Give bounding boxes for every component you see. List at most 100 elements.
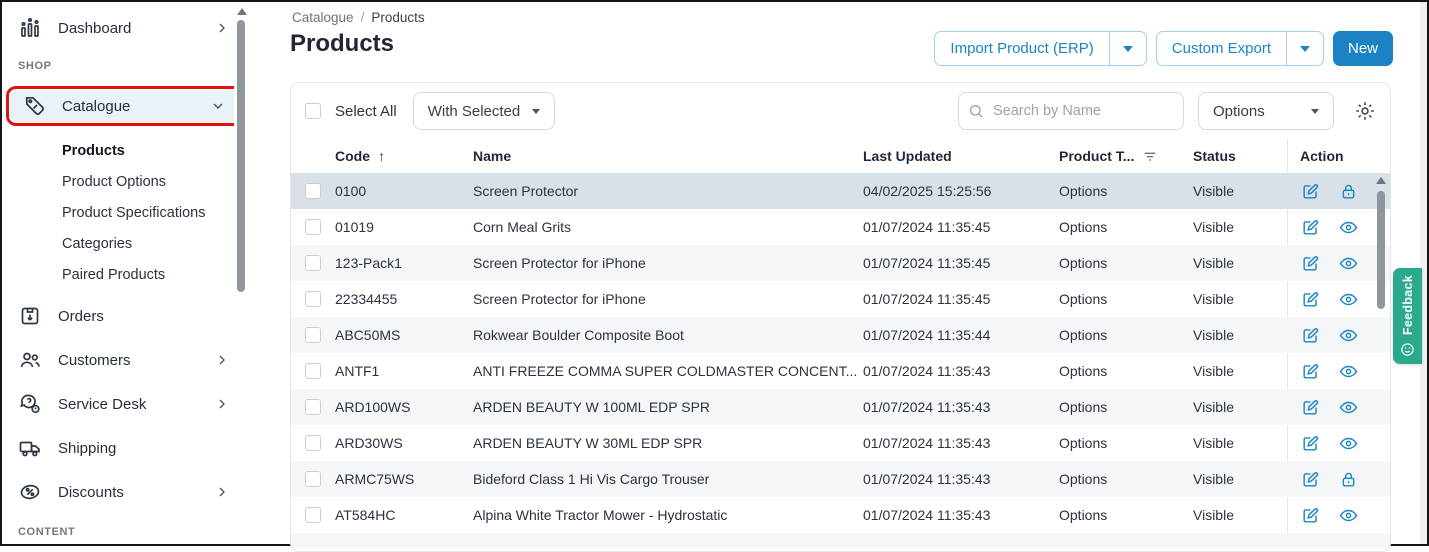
- eye-icon[interactable]: [1339, 290, 1358, 309]
- import-product-button[interactable]: Import Product (ERP): [935, 32, 1108, 65]
- custom-export-dropdown-toggle[interactable]: [1286, 32, 1323, 65]
- sidebar-scrollbar[interactable]: [234, 2, 248, 544]
- gear-icon[interactable]: [1354, 100, 1376, 122]
- row-checkbox[interactable]: [305, 435, 321, 451]
- cell-name: Screen Protector for iPhone: [473, 281, 863, 317]
- scroll-up-arrow[interactable]: [1376, 177, 1386, 184]
- sidebar-item-product-specifications[interactable]: Product Specifications: [2, 197, 248, 228]
- cell-product-type: Options: [1059, 389, 1193, 425]
- cell-code: 0100: [335, 173, 473, 209]
- cell-last-updated: 01/07/2024 11:35:43: [863, 389, 1059, 425]
- search-input[interactable]: [958, 92, 1184, 130]
- column-header-code[interactable]: Code ↑: [335, 148, 473, 164]
- sidebar-item-customers[interactable]: Customers: [2, 338, 248, 382]
- sidebar-item-orders[interactable]: Orders: [2, 294, 248, 338]
- tag-icon: [22, 94, 46, 118]
- edit-icon[interactable]: [1301, 326, 1320, 345]
- edit-icon[interactable]: [1301, 290, 1320, 309]
- sidebar-item-catalogue[interactable]: Catalogue: [10, 90, 240, 122]
- edit-icon[interactable]: [1301, 254, 1320, 273]
- feedback-button[interactable]: Feedback: [1393, 268, 1422, 364]
- sidebar-item-product-options[interactable]: Product Options: [2, 166, 248, 197]
- eye-icon[interactable]: [1339, 506, 1358, 525]
- column-header-last-updated[interactable]: Last Updated: [863, 148, 1059, 164]
- cell-status: Visible: [1193, 173, 1287, 209]
- row-checkbox[interactable]: [305, 399, 321, 415]
- edit-icon[interactable]: [1301, 398, 1320, 417]
- edit-icon[interactable]: [1301, 470, 1320, 489]
- column-header-status[interactable]: Status: [1193, 148, 1287, 164]
- cell-last-updated: 01/07/2024 11:35:43: [863, 353, 1059, 389]
- chevron-right-icon: [214, 20, 230, 36]
- cell-status: Visible: [1193, 389, 1287, 425]
- new-button[interactable]: New: [1333, 31, 1393, 66]
- table-row: 01019Corn Meal Grits01/07/2024 11:35:45O…: [291, 209, 1390, 245]
- cell-status: Visible: [1193, 497, 1287, 533]
- sidebar-item-discounts[interactable]: Discounts: [2, 470, 248, 514]
- row-checkbox[interactable]: [305, 219, 321, 235]
- edit-icon[interactable]: [1301, 218, 1320, 237]
- cell-product-type: Options: [1059, 461, 1193, 497]
- column-header-name[interactable]: Name: [473, 148, 863, 164]
- chevron-right-icon: [214, 484, 230, 500]
- options-dropdown[interactable]: Options: [1198, 92, 1334, 130]
- feedback-label: Feedback: [1401, 275, 1415, 335]
- sidebar-item-paired-products[interactable]: Paired Products: [2, 259, 248, 290]
- filter-icon[interactable]: [1142, 148, 1158, 164]
- sidebar-item-label: Shipping: [58, 440, 230, 457]
- breadcrumb-catalogue[interactable]: Catalogue: [292, 10, 354, 25]
- caret-down-icon: [1300, 46, 1310, 52]
- table-toolbar: Select All With Selected Options: [291, 83, 1390, 139]
- cell-code: 01019: [335, 209, 473, 245]
- eye-icon[interactable]: [1339, 326, 1358, 345]
- search-icon: [968, 103, 984, 119]
- sidebar-item-dashboard[interactable]: Dashboard: [2, 12, 248, 44]
- eye-icon[interactable]: [1339, 362, 1358, 381]
- edit-icon[interactable]: [1301, 434, 1320, 453]
- cell-last-updated: 01/07/2024 11:35:45: [863, 209, 1059, 245]
- cell-code: ARMC75WS: [335, 461, 473, 497]
- eye-icon[interactable]: [1339, 398, 1358, 417]
- edit-icon[interactable]: [1301, 362, 1320, 381]
- cell-product-type: Options: [1059, 497, 1193, 533]
- sidebar-item-products[interactable]: Products: [2, 135, 248, 166]
- sidebar-item-categories[interactable]: Categories: [2, 228, 248, 259]
- sidebar-item-shipping[interactable]: Shipping: [2, 426, 248, 470]
- scrollbar-thumb[interactable]: [1377, 191, 1385, 309]
- edit-icon[interactable]: [1301, 506, 1320, 525]
- row-checkbox[interactable]: [305, 327, 321, 343]
- cell-last-updated: 01/07/2024 11:35:43: [863, 425, 1059, 461]
- sidebar-item-label: Catalogue: [62, 98, 194, 115]
- row-checkbox[interactable]: [305, 471, 321, 487]
- select-all-checkbox[interactable]: [305, 103, 321, 119]
- lock-icon[interactable]: [1339, 470, 1358, 489]
- package-icon: [18, 304, 42, 328]
- column-header-product-type[interactable]: Product T...: [1059, 148, 1193, 164]
- row-checkbox[interactable]: [305, 183, 321, 199]
- cell-product-type: Options: [1059, 209, 1193, 245]
- sidebar-item-label: Orders: [58, 308, 230, 325]
- cell-name: Corn Meal Grits: [473, 209, 863, 245]
- with-selected-dropdown[interactable]: With Selected: [413, 92, 556, 130]
- lock-icon[interactable]: [1339, 182, 1358, 201]
- import-product-dropdown-toggle[interactable]: [1109, 32, 1146, 65]
- select-all-label: Select All: [335, 103, 397, 120]
- eye-icon[interactable]: [1339, 218, 1358, 237]
- sidebar-item-service-desk[interactable]: Service Desk: [2, 382, 248, 426]
- cell-code: AT584HC: [335, 497, 473, 533]
- main-content: Catalogue / Products Products Import Pro…: [262, 2, 1427, 544]
- custom-export-button[interactable]: Custom Export: [1157, 32, 1286, 65]
- row-checkbox[interactable]: [305, 363, 321, 379]
- row-checkbox[interactable]: [305, 507, 321, 523]
- edit-icon[interactable]: [1301, 182, 1320, 201]
- eye-icon[interactable]: [1339, 254, 1358, 273]
- scroll-up-arrow[interactable]: [237, 8, 247, 15]
- help-chat-icon: [18, 392, 42, 416]
- table-scrollbar[interactable]: [1374, 175, 1387, 541]
- row-checkbox[interactable]: [305, 291, 321, 307]
- scrollbar-thumb[interactable]: [237, 20, 245, 292]
- row-checkbox[interactable]: [305, 255, 321, 271]
- breadcrumb-separator: /: [361, 10, 365, 25]
- options-label: Options: [1213, 103, 1265, 120]
- eye-icon[interactable]: [1339, 434, 1358, 453]
